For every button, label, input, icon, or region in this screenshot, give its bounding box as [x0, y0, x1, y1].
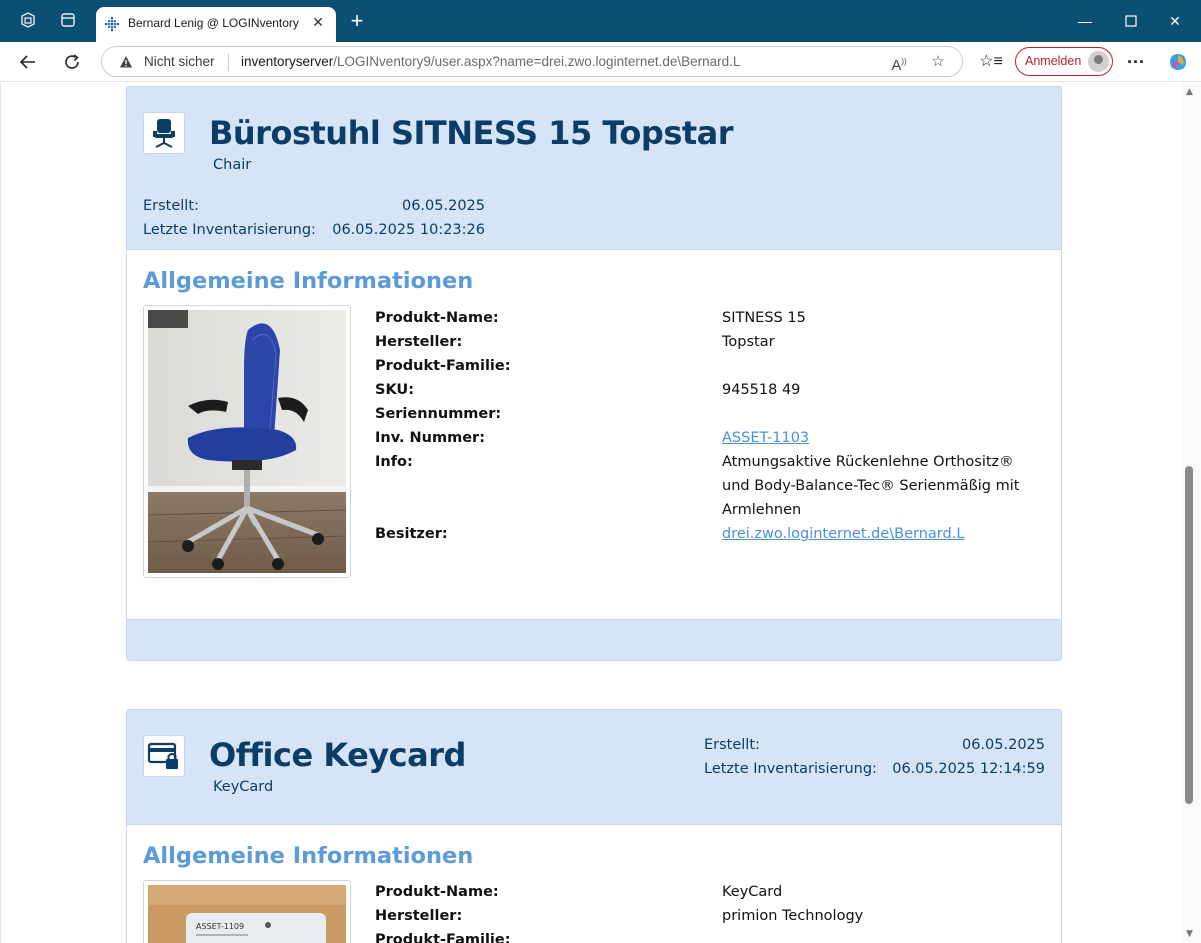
tab-close-icon[interactable]: ✕	[308, 13, 328, 33]
url-separator	[228, 54, 229, 71]
last-inventory-value: 06.05.2025 12:14:59	[892, 761, 1045, 777]
field-value-manufacturer: primion Technology	[722, 908, 864, 924]
browser-tab-active[interactable]: Bernard Lenig @ LOGINventory ✕	[96, 7, 336, 42]
close-window-icon[interactable]: ✕	[1162, 8, 1188, 34]
last-inventory-label: Letzte Inventarisierung:	[704, 761, 877, 777]
asset-photo-chair[interactable]	[143, 305, 351, 578]
field-label-manufacturer: Hersteller:	[375, 334, 463, 350]
asset-type: KeyCard	[213, 779, 274, 795]
url-path: /LOGINventory9/user.aspx?name=drei.zwo.l…	[333, 54, 741, 69]
asset-type: Chair	[213, 157, 252, 173]
maximize-icon[interactable]	[1118, 8, 1144, 34]
asset-title: Office Keycard	[209, 736, 466, 774]
field-label-product-family: Produkt-Familie:	[375, 358, 511, 374]
field-value-info: Atmungsaktive Rückenlehne Orthositz® und…	[722, 454, 1020, 518]
read-aloud-icon[interactable]: A))	[889, 52, 909, 74]
reload-icon[interactable]	[60, 50, 84, 74]
warning-icon	[120, 56, 132, 68]
profile-avatar	[1088, 51, 1109, 72]
url-text[interactable]: inventoryserver/LOGINventory9/user.aspx?…	[241, 54, 740, 69]
field-value-product-name: SITNESS 15	[722, 310, 806, 326]
field-label-product-family: Produkt-Familie:	[375, 932, 511, 943]
favorites-icon[interactable]: ☆≡	[979, 50, 1003, 74]
page-viewport: Bürostuhl SITNESS 15 Topstar Chair Erste…	[0, 83, 1182, 943]
field-value-owner: drei.zwo.loginternet.de\Bernard.L	[722, 522, 1042, 546]
field-label-inventory-number: Inv. Nummer:	[375, 430, 486, 446]
field-value-inventory-number: ASSET-1103	[722, 426, 1042, 450]
address-bar[interactable]: Nicht sicher inventoryserver/LOGINventor…	[101, 46, 963, 77]
field-label-product-name: Produkt-Name:	[375, 310, 499, 326]
copilot-icon[interactable]	[1166, 50, 1190, 74]
favorite-star-icon[interactable]: ☆	[928, 52, 948, 72]
asset-photo-keycard[interactable]: ASSET-1109	[143, 880, 351, 943]
browser-titlebar: Bernard Lenig @ LOGINventory ✕ + — ✕	[0, 0, 1201, 42]
created-value: 06.05.2025	[961, 737, 1045, 753]
more-menu-icon[interactable]: ···	[1124, 50, 1148, 74]
loginventory-favicon	[104, 16, 120, 32]
scrollbar-thumb[interactable]	[1185, 466, 1193, 804]
signin-button[interactable]: Anmelden	[1015, 47, 1113, 76]
new-tab-icon[interactable]: +	[346, 10, 368, 33]
field-value-sku: 945518 49	[722, 382, 801, 398]
scroll-down-icon[interactable]: ▼	[1186, 929, 1193, 939]
section-title-general: Allgemeine Informationen	[143, 843, 474, 869]
keycard-photo-label: ASSET-1109	[196, 922, 244, 931]
chair-icon	[143, 112, 185, 154]
back-icon[interactable]	[16, 50, 40, 74]
workspaces-icon[interactable]	[18, 11, 38, 31]
asset-card-keycard: Office Keycard KeyCard Erstellt: 06.05.2…	[126, 709, 1062, 943]
vertical-tabs-icon[interactable]	[58, 11, 78, 31]
field-value-manufacturer: Topstar	[722, 334, 775, 350]
page-scrollbar[interactable]: ▲ ▼	[1182, 83, 1201, 943]
field-label-serial-number: Seriennummer:	[375, 406, 502, 422]
tab-title: Bernard Lenig @ LOGINventory	[128, 16, 299, 30]
scroll-up-icon[interactable]: ▲	[1186, 87, 1193, 97]
asset-header: Office Keycard KeyCard Erstellt: 06.05.2…	[127, 710, 1061, 825]
keycard-icon	[143, 735, 185, 777]
created-label: Erstellt:	[143, 198, 199, 214]
last-inventory-value: 06.05.2025 10:23:26	[332, 222, 485, 238]
field-label-product-name: Produkt-Name:	[375, 884, 499, 900]
field-label-manufacturer: Hersteller:	[375, 908, 463, 924]
signin-label: Anmelden	[1025, 54, 1082, 68]
created-label: Erstellt:	[704, 737, 760, 753]
field-label-sku: SKU:	[375, 382, 414, 398]
url-host: inventoryserver	[241, 54, 334, 69]
field-value-product-name: KeyCard	[722, 884, 783, 900]
asset-card-chair: Bürostuhl SITNESS 15 Topstar Chair Erste…	[126, 86, 1062, 661]
last-inventory-label: Letzte Inventarisierung:	[143, 222, 316, 238]
created-value: 06.05.2025	[401, 198, 485, 214]
section-title-general: Allgemeine Informationen	[143, 268, 474, 294]
inventory-number-link[interactable]: ASSET-1103	[722, 430, 809, 446]
asset-header: Bürostuhl SITNESS 15 Topstar Chair Erste…	[127, 87, 1061, 250]
asset-title: Bürostuhl SITNESS 15 Topstar	[209, 114, 734, 152]
owner-link[interactable]: drei.zwo.loginternet.de\Bernard.L	[722, 526, 964, 542]
field-label-owner: Besitzer:	[375, 526, 448, 542]
field-label-info: Info:	[375, 454, 413, 470]
asset-card-footer	[127, 619, 1061, 660]
minimize-icon[interactable]: —	[1072, 8, 1098, 34]
not-secure-label[interactable]: Nicht sicher	[144, 54, 215, 69]
browser-toolbar: Nicht sicher inventoryserver/LOGINventor…	[0, 42, 1201, 82]
